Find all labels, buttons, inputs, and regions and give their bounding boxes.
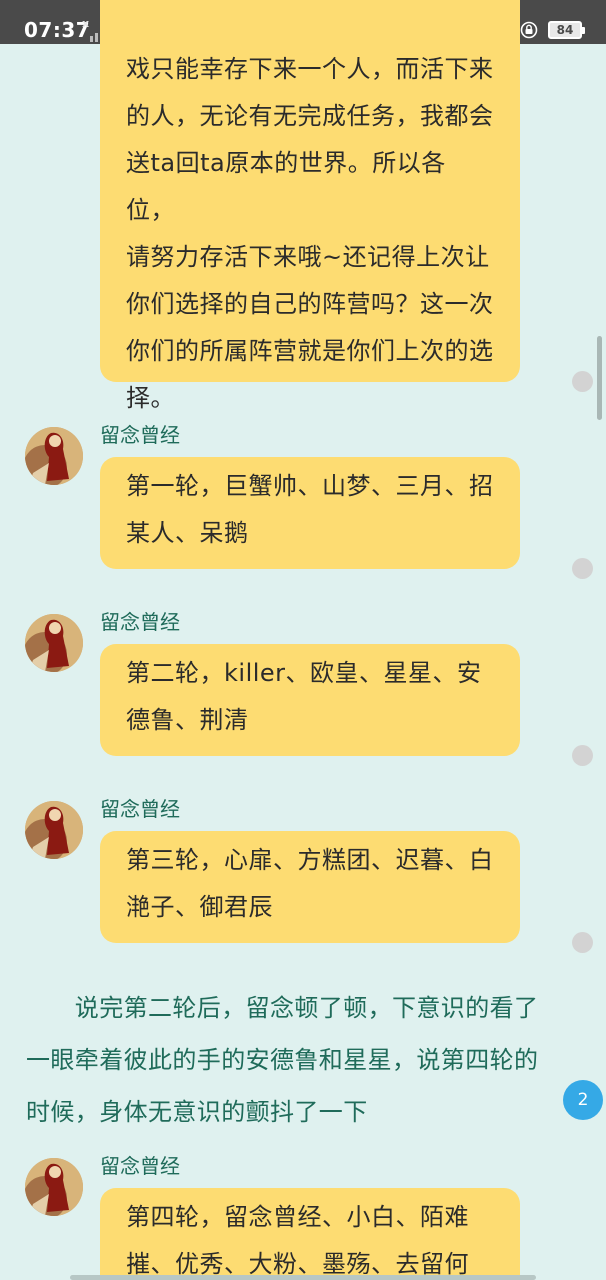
message-select-dot[interactable] [572,558,593,579]
status-time: 07:37 [24,18,91,42]
message-select-dot[interactable] [572,745,593,766]
avatar-image [25,801,83,859]
avatar-image [25,427,83,485]
chat-page: 07:37 x 84 戏只能幸存下来一个人，而活下来 的人，无论有无完成任务，我… [0,0,606,1280]
home-indicator[interactable] [70,1275,536,1280]
sender-name: 留念曾经 [100,797,180,821]
message-bubble[interactable]: 第三轮，心扉、方糕团、迟暮、白 滟子、御君辰 [100,831,520,943]
status-right-group: 84 [520,19,585,41]
rotation-lock-icon [520,21,538,39]
avatar[interactable] [25,801,83,859]
message-bubble[interactable]: 第一轮，巨蟹帅、山梦、三月、招 某人、呆鹅 [100,457,520,569]
avatar[interactable] [25,427,83,485]
avatar-image [25,1158,83,1216]
sender-name: 留念曾经 [100,610,180,634]
sender-name: 留念曾经 [100,423,180,447]
message-bubble[interactable]: 第四轮，留念曾经、小白、陌难 摧、优秀、大粉、墨殇、去留何 [100,1188,520,1280]
scroll-indicator[interactable] [597,336,602,420]
sender-name: 留念曾经 [100,1154,180,1178]
narration-text: 说完第二轮后，留念顿了顿，下意识的看了 一眼牵着彼此的手的安德鲁和星星，说第四轮… [26,994,539,1126]
avatar[interactable] [25,614,83,672]
unread-count-badge[interactable]: 2 [563,1080,603,1120]
avatar[interactable] [25,1158,83,1216]
message-select-dot[interactable] [572,932,593,953]
message-select-dot[interactable] [572,371,593,392]
avatar-image [25,614,83,672]
battery-icon: 84 [548,21,585,39]
message-bubble[interactable]: 第二轮，killer、欧皇、星星、安 德鲁、荆清 [100,644,520,756]
message-bubble-previous[interactable]: 戏只能幸存下来一个人，而活下来 的人，无论有无完成任务，我都会 送ta回ta原本… [100,0,520,412]
signal-x-label: x [82,17,90,30]
